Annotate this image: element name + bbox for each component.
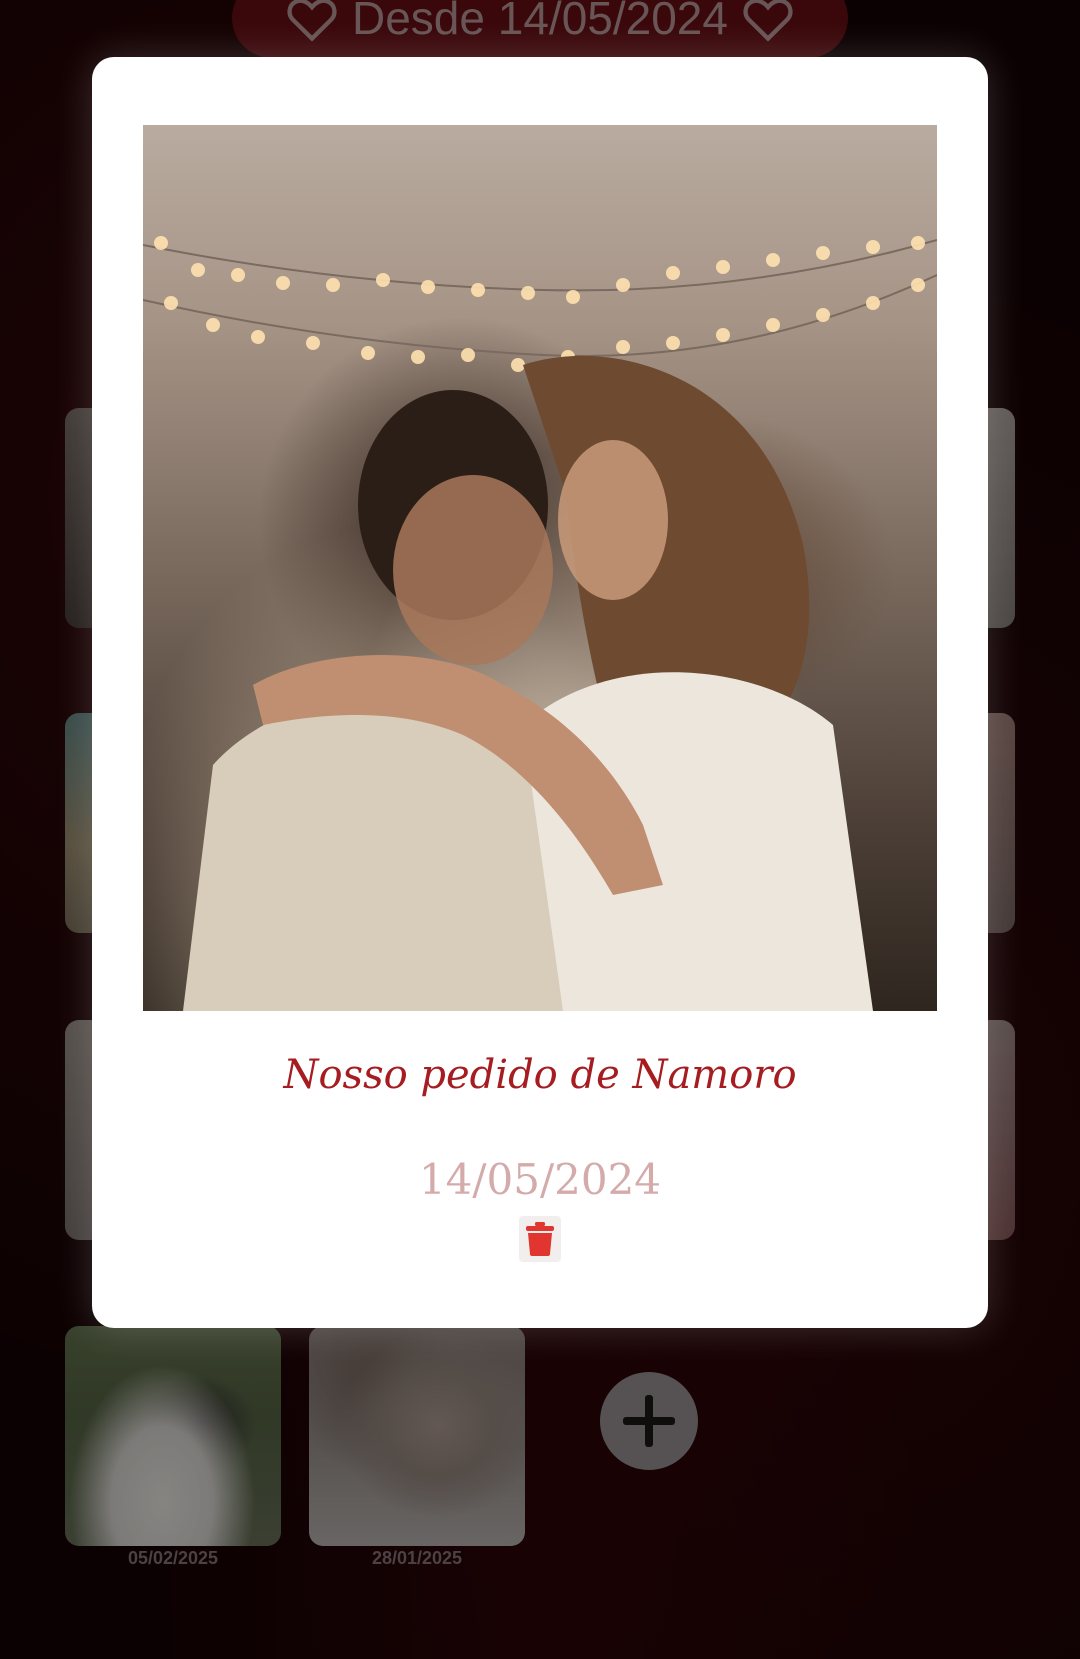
delete-photo-button[interactable] xyxy=(519,1216,561,1262)
photo-caption: Nosso pedido de Namoro xyxy=(283,1052,797,1098)
string-lights xyxy=(143,236,937,1011)
trash-icon xyxy=(526,1222,554,1256)
photo-date: 14/05/2024 xyxy=(418,1155,662,1204)
photo-modal: Nosso pedido de Namoro 14/05/2024 xyxy=(92,57,988,1328)
memory-photo xyxy=(143,125,937,1011)
